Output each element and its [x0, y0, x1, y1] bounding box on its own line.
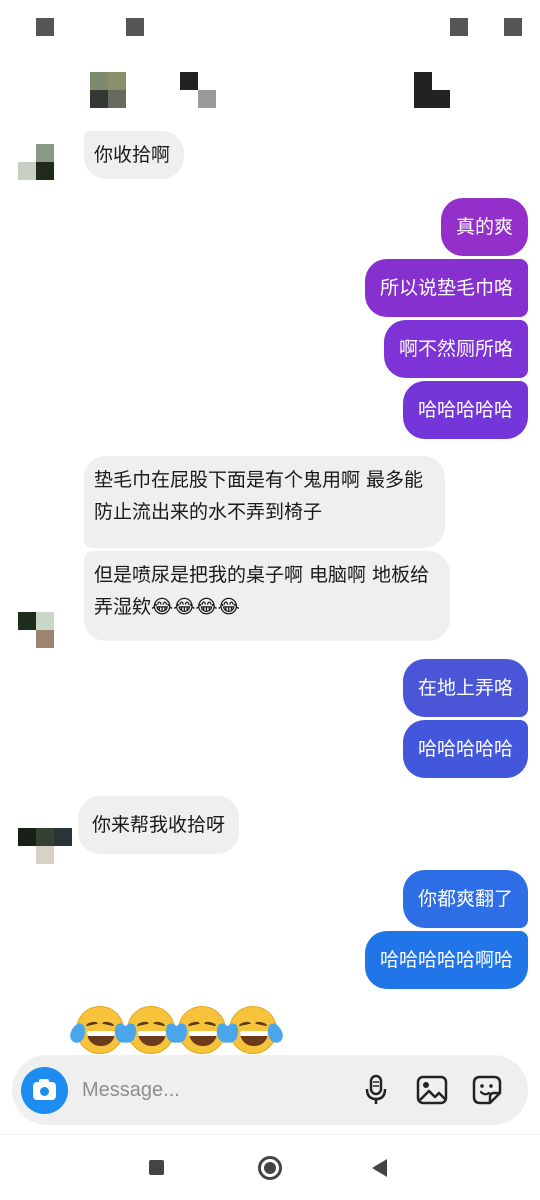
header-avatar[interactable]	[90, 72, 126, 108]
message-text: 在地上弄咯	[417, 677, 513, 699]
tears-of-joy-emoji-icon	[221, 1006, 285, 1054]
outgoing-message[interactable]: 在地上弄咯	[402, 659, 528, 717]
outgoing-message[interactable]: 啊不然厕所咯	[383, 320, 528, 378]
status-icon	[450, 18, 468, 36]
message-text: 真的爽	[455, 216, 513, 238]
message-text: 你来帮我收拾呀	[92, 814, 226, 836]
incoming-message[interactable]: 你来帮我收拾呀	[78, 796, 240, 854]
message-composer	[12, 1055, 528, 1125]
message-text: 哈哈哈哈哈	[417, 738, 513, 760]
message-text: 垫毛巾在屁股下面是有个鬼用啊 最多能防止流出来的水不弄到椅子	[94, 469, 424, 523]
home-icon[interactable]	[258, 1156, 282, 1180]
message-text: 你都爽翻了	[417, 888, 513, 910]
camera-button[interactable]	[21, 1067, 68, 1114]
emoji-message[interactable]	[68, 1006, 285, 1054]
status-icon	[504, 18, 522, 36]
outgoing-message[interactable]: 哈哈哈哈哈	[402, 720, 528, 778]
tears-of-joy-emoji-icon	[170, 1006, 234, 1054]
tears-of-joy-emoji-icon	[68, 1006, 132, 1054]
microphone-icon[interactable]	[359, 1073, 393, 1107]
message-text: 哈哈哈哈哈	[417, 399, 513, 421]
incoming-message[interactable]: 但是喷尿是把我的桌子啊 电脑啊 地板给弄湿欸😂😂😂😂	[84, 551, 450, 641]
message-text: 哈哈哈哈哈啊哈	[379, 949, 513, 971]
system-navigation-bar	[0, 1134, 540, 1200]
status-icon	[126, 18, 144, 36]
gallery-icon[interactable]	[415, 1073, 449, 1107]
incoming-message[interactable]: 你收拾啊	[84, 131, 185, 179]
message-text: 但是喷尿是把我的桌子啊 电脑啊 地板给弄湿欸😂😂😂😂	[94, 564, 430, 618]
recents-icon[interactable]	[149, 1160, 164, 1175]
message-input[interactable]	[82, 1073, 352, 1107]
outgoing-message[interactable]: 你都爽翻了	[402, 870, 528, 928]
outgoing-message[interactable]: 哈哈哈哈哈啊哈	[364, 931, 528, 989]
outgoing-message[interactable]: 所以说垫毛巾咯	[364, 259, 528, 317]
message-text: 你收拾啊	[94, 144, 171, 166]
message-text: 所以说垫毛巾咯	[379, 277, 513, 299]
header-name[interactable]	[180, 72, 216, 108]
back-icon[interactable]	[372, 1159, 387, 1177]
header-action-icon[interactable]	[414, 72, 450, 108]
outgoing-message[interactable]: 真的爽	[440, 198, 528, 256]
contact-avatar[interactable]	[18, 828, 72, 864]
contact-avatar[interactable]	[18, 144, 54, 180]
contact-avatar[interactable]	[18, 612, 54, 648]
status-icon	[36, 18, 54, 36]
outgoing-message[interactable]: 哈哈哈哈哈	[402, 381, 528, 439]
tears-of-joy-emoji-icon	[119, 1006, 183, 1054]
incoming-message[interactable]: 垫毛巾在屁股下面是有个鬼用啊 最多能防止流出来的水不弄到椅子	[84, 456, 445, 548]
message-text: 啊不然厕所咯	[398, 338, 513, 360]
sticker-icon[interactable]	[470, 1073, 504, 1107]
